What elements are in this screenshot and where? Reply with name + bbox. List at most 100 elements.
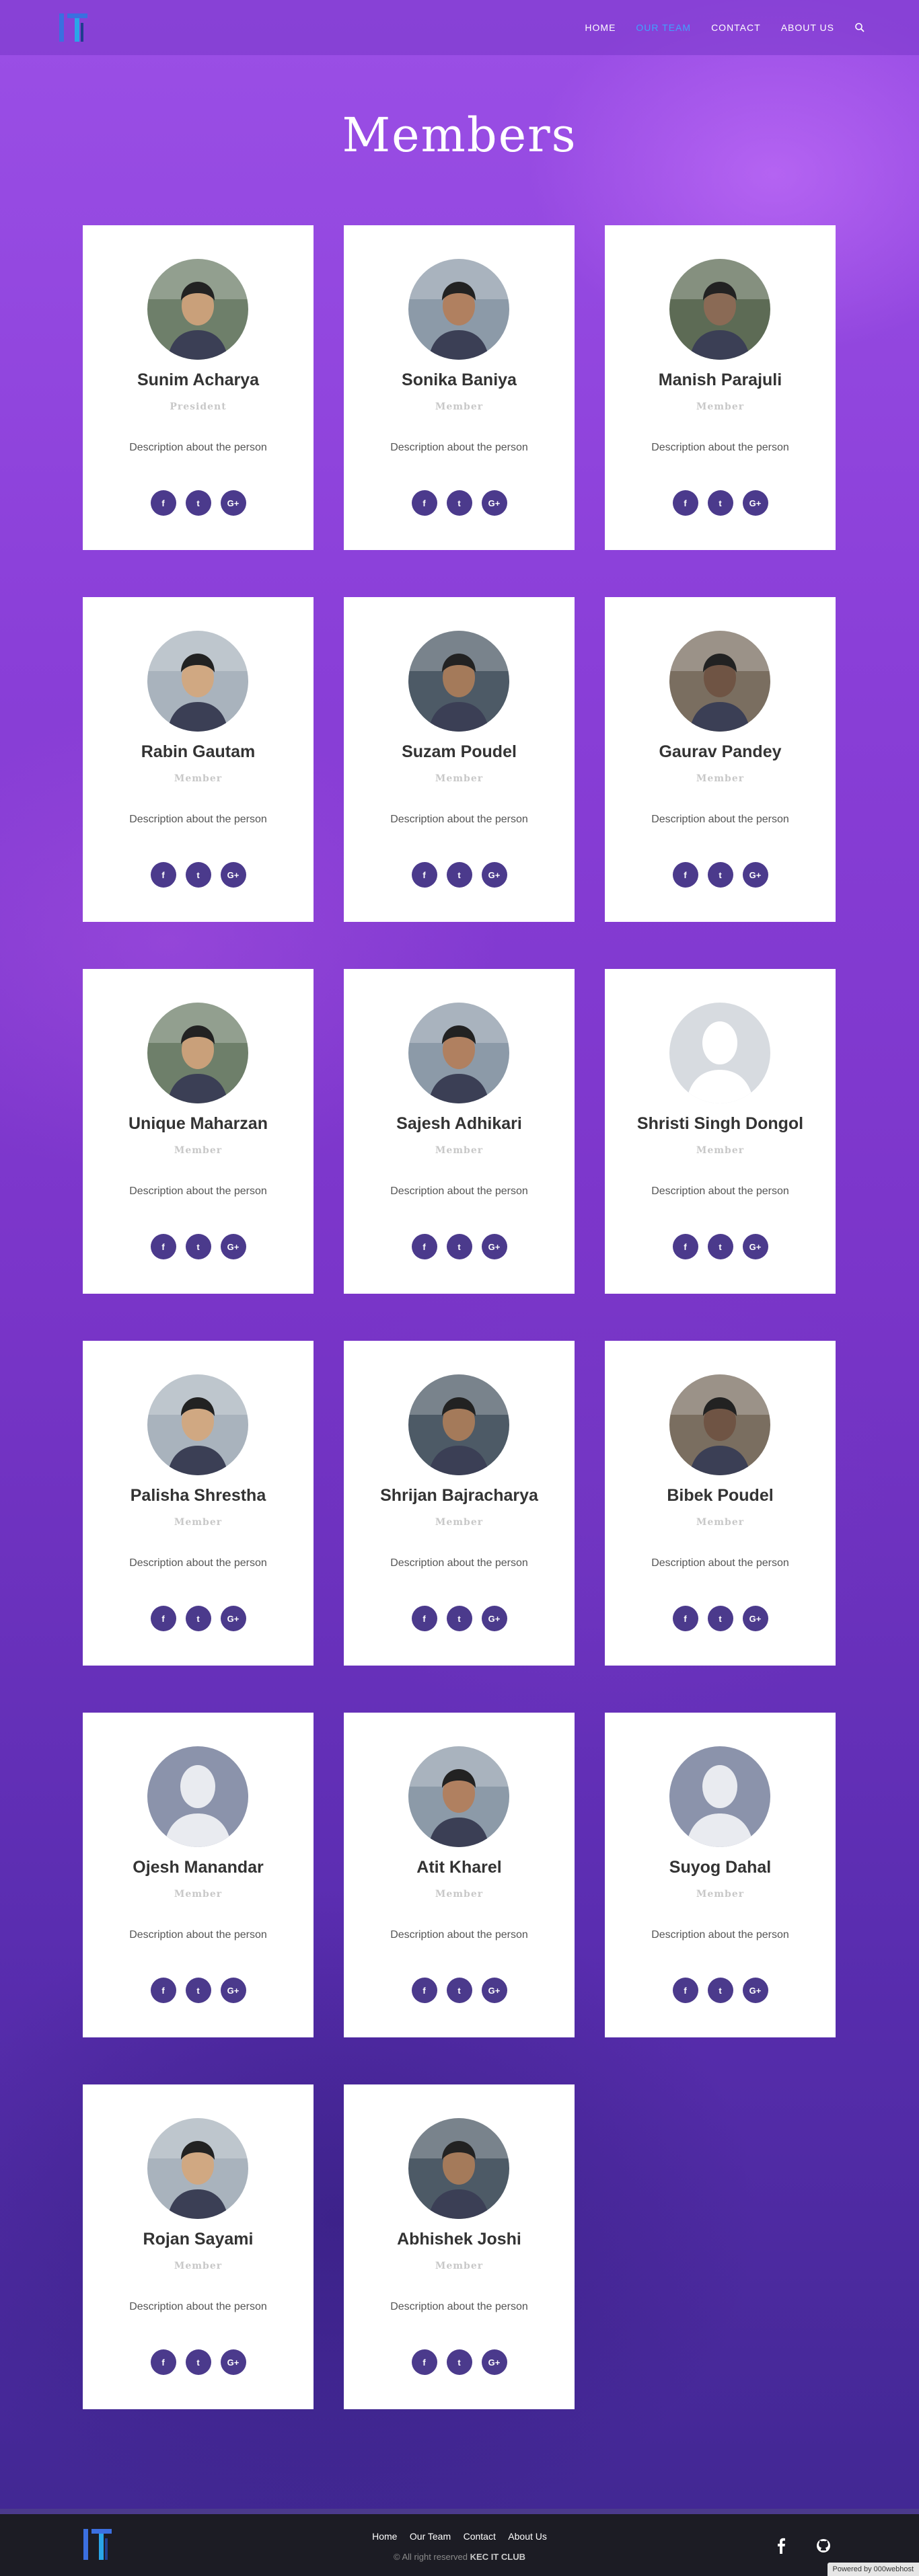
- member-avatar: [669, 631, 770, 732]
- twitter-icon[interactable]: t: [446, 1234, 472, 1259]
- search-icon[interactable]: [854, 22, 865, 33]
- facebook-icon[interactable]: f: [150, 490, 176, 516]
- powered-by-badge[interactable]: Powered by 000webhost: [827, 2563, 919, 2576]
- footer-link-contact[interactable]: Contact: [464, 2531, 496, 2542]
- facebook-icon[interactable]: f: [411, 1978, 437, 2003]
- nav-about-us[interactable]: ABOUT US: [781, 22, 834, 33]
- twitter-icon[interactable]: t: [185, 1606, 211, 1631]
- google-plus-icon[interactable]: G+: [742, 1978, 768, 2003]
- facebook-icon[interactable]: f: [150, 1978, 176, 2003]
- twitter-icon[interactable]: t: [185, 1234, 211, 1259]
- twitter-icon[interactable]: t: [446, 1978, 472, 2003]
- facebook-icon[interactable]: f: [672, 1606, 698, 1631]
- member-name: Shristi Singh Dongol: [636, 1114, 804, 1133]
- twitter-icon[interactable]: t: [707, 1978, 733, 2003]
- facebook-icon[interactable]: f: [411, 490, 437, 516]
- facebook-icon[interactable]: f: [411, 1234, 437, 1259]
- member-role: Member: [435, 1889, 484, 1900]
- member-card: Shristi Singh Dongol Member Description ab…: [605, 969, 836, 1294]
- github-icon[interactable]: [815, 2538, 832, 2557]
- member-social-links: f t G+: [83, 862, 314, 888]
- twitter-icon[interactable]: t: [707, 1606, 733, 1631]
- member-role: Member: [696, 1145, 745, 1156]
- google-plus-icon[interactable]: G+: [742, 1606, 768, 1631]
- facebook-icon[interactable]: f: [672, 862, 698, 888]
- google-plus-icon[interactable]: G+: [742, 862, 768, 888]
- nav-contact[interactable]: CONTACT: [711, 22, 761, 33]
- facebook-icon[interactable]: f: [150, 2349, 176, 2375]
- google-plus-icon[interactable]: G+: [220, 862, 246, 888]
- twitter-icon[interactable]: t: [185, 862, 211, 888]
- member-description: Description about the person: [129, 442, 267, 453]
- google-plus-icon[interactable]: G+: [220, 1606, 246, 1631]
- member-role: Member: [435, 1145, 484, 1156]
- member-description: Description about the person: [651, 1185, 789, 1197]
- footer-link-home[interactable]: Home: [372, 2531, 397, 2542]
- twitter-icon[interactable]: t: [707, 862, 733, 888]
- google-plus-icon[interactable]: G+: [220, 1234, 246, 1259]
- facebook-icon[interactable]: f: [672, 1234, 698, 1259]
- facebook-icon[interactable]: f: [411, 862, 437, 888]
- member-description: Description about the person: [651, 814, 789, 825]
- member-card: Unique Maharzan Member Description about t…: [83, 969, 314, 1294]
- google-plus-icon[interactable]: G+: [481, 862, 507, 888]
- twitter-icon[interactable]: t: [185, 490, 211, 516]
- footer-icons: [774, 2538, 832, 2557]
- twitter-icon[interactable]: t: [185, 1978, 211, 2003]
- twitter-icon[interactable]: t: [707, 490, 733, 516]
- member-avatar: [408, 1374, 509, 1475]
- member-card: Rabin Gautam Member Description about the …: [83, 597, 314, 922]
- member-description: Description about the person: [390, 1557, 528, 1569]
- member-description: Description about the person: [129, 814, 267, 825]
- club-logo[interactable]: [57, 8, 93, 47]
- member-card: Ojesh Manandar Member Description about th…: [83, 1713, 314, 2037]
- member-name: Rabin Gautam: [141, 742, 256, 761]
- member-card: Manish Parajuli Member Description about t…: [605, 225, 836, 550]
- member-role: Member: [696, 1889, 745, 1900]
- footer-link-our-team[interactable]: Our Team: [410, 2531, 451, 2542]
- google-plus-icon[interactable]: G+: [481, 490, 507, 516]
- facebook-icon[interactable]: f: [150, 1234, 176, 1259]
- facebook-icon[interactable]: f: [672, 490, 698, 516]
- nav-our-team[interactable]: OUR TEAM: [636, 22, 691, 33]
- facebook-icon[interactable]: f: [150, 862, 176, 888]
- twitter-icon[interactable]: t: [707, 1234, 733, 1259]
- google-plus-icon[interactable]: G+: [220, 1978, 246, 2003]
- google-plus-icon[interactable]: G+: [481, 1978, 507, 2003]
- member-name: Rojan Sayami: [143, 2230, 254, 2249]
- google-plus-icon[interactable]: G+: [742, 490, 768, 516]
- facebook-icon[interactable]: f: [672, 1978, 698, 2003]
- member-name: Suzam Poudel: [402, 742, 517, 761]
- member-name: Atit Kharel: [416, 1858, 502, 1877]
- google-plus-icon[interactable]: G+: [481, 1606, 507, 1631]
- member-card: Gaurav Pandey Member Description about the…: [605, 597, 836, 922]
- member-description: Description about the person: [129, 1185, 267, 1197]
- google-plus-icon[interactable]: G+: [742, 1234, 768, 1259]
- copyright-brand: KEC IT CLUB: [470, 2552, 525, 2562]
- twitter-icon[interactable]: t: [446, 862, 472, 888]
- twitter-icon[interactable]: t: [446, 490, 472, 516]
- member-card: Bibek Poudel Member Description about the …: [605, 1341, 836, 1666]
- google-plus-icon[interactable]: G+: [220, 490, 246, 516]
- member-avatar: [669, 1746, 770, 1847]
- member-name: Sonika Baniya: [402, 370, 517, 389]
- member-avatar: [669, 1374, 770, 1475]
- twitter-icon[interactable]: t: [185, 2349, 211, 2375]
- nav-home[interactable]: HOME: [585, 22, 616, 33]
- google-plus-icon[interactable]: G+: [220, 2349, 246, 2375]
- member-role: Member: [696, 773, 745, 784]
- facebook-icon[interactable]: f: [150, 1606, 176, 1631]
- member-avatar: [147, 259, 248, 360]
- google-plus-icon[interactable]: G+: [481, 2349, 507, 2375]
- twitter-icon[interactable]: t: [446, 1606, 472, 1631]
- member-description: Description about the person: [390, 1929, 528, 1941]
- footer-link-about-us[interactable]: About Us: [508, 2531, 547, 2542]
- facebook-icon[interactable]: f: [411, 1606, 437, 1631]
- main-nav: HOME OUR TEAM CONTACT ABOUT US: [585, 0, 865, 55]
- member-name: Sunim Acharya: [137, 370, 260, 389]
- twitter-icon[interactable]: t: [446, 2349, 472, 2375]
- member-description: Description about the person: [129, 1557, 267, 1569]
- google-plus-icon[interactable]: G+: [481, 1234, 507, 1259]
- facebook-icon[interactable]: [774, 2538, 788, 2557]
- facebook-icon[interactable]: f: [411, 2349, 437, 2375]
